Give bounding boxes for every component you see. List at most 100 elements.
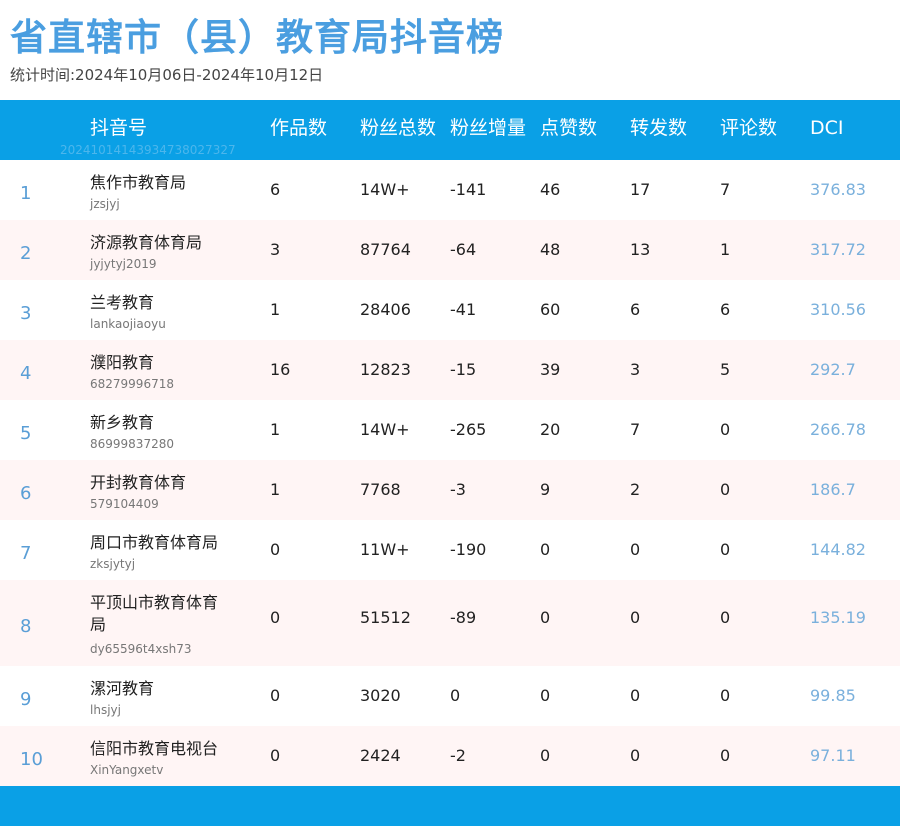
account-name[interactable]: 济源教育体育局 xyxy=(90,232,230,254)
cell-fans-growth: -15 xyxy=(450,360,477,379)
cell-fans-total: 12823 xyxy=(360,360,411,379)
cell-likes: 46 xyxy=(540,180,561,199)
cell-shares: 0 xyxy=(630,608,641,627)
rank-number: 9 xyxy=(20,689,32,710)
table-row: 3 兰考教育 lankaojiaoyu 1 28406 -41 60 6 6 310.56 xyxy=(0,280,900,340)
cell-works: 16 xyxy=(270,360,291,379)
cell-works: 0 xyxy=(270,608,281,627)
cell-dci: 97.11 xyxy=(810,746,856,765)
cell-comments: 0 xyxy=(720,686,731,705)
cell-fans-growth: -3 xyxy=(450,480,466,499)
header-likes: 点赞数 xyxy=(540,117,598,139)
cell-fans-growth: -265 xyxy=(450,420,487,439)
account-name[interactable]: 新乡教育 xyxy=(90,412,230,434)
cell-likes: 0 xyxy=(540,686,551,705)
cell-dci: 310.56 xyxy=(810,300,866,319)
cell-works: 0 xyxy=(270,540,281,559)
account-id: 579104409 xyxy=(90,497,159,511)
cell-comments: 0 xyxy=(720,480,731,499)
cell-works: 1 xyxy=(270,480,281,499)
header-fans-total: 粉丝总数 xyxy=(360,117,437,139)
cell-fans-total: 7768 xyxy=(360,480,401,499)
cell-comments: 6 xyxy=(720,300,731,319)
page-title: 省直辖市（县）教育局抖音榜 xyxy=(10,16,504,59)
rank-number: 8 xyxy=(20,616,32,637)
cell-works: 0 xyxy=(270,686,281,705)
account-id: 86999837280 xyxy=(90,437,174,451)
table-row: 10 信阳市教育电视台 XinYangxetv 0 2424 -2 0 0 0 97.11 xyxy=(0,726,900,786)
cell-dci: 186.7 xyxy=(810,480,856,499)
account-name[interactable]: 焦作市教育局 xyxy=(90,172,230,194)
cell-works: 1 xyxy=(270,420,281,439)
cell-fans-total: 51512 xyxy=(360,608,411,627)
cell-likes: 9 xyxy=(540,480,551,499)
cell-fans-growth: -141 xyxy=(450,180,487,199)
account-id: lhsjyj xyxy=(90,703,121,717)
header-batch-id: 20241014143934738027327 xyxy=(60,143,236,157)
cell-shares: 7 xyxy=(630,420,641,439)
table-row: 5 新乡教育 86999837280 1 14W+ -265 20 7 0 266.78 xyxy=(0,400,900,460)
cell-dci: 99.85 xyxy=(810,686,856,705)
account-id: XinYangxetv xyxy=(90,763,164,777)
cell-comments: 0 xyxy=(720,540,731,559)
table-row: 6 开封教育体育 579104409 1 7768 -3 9 2 0 186.7 xyxy=(0,460,900,520)
cell-comments: 0 xyxy=(720,420,731,439)
cell-fans-growth: -41 xyxy=(450,300,477,319)
cell-works: 1 xyxy=(270,300,281,319)
cell-shares: 0 xyxy=(630,746,641,765)
cell-likes: 20 xyxy=(540,420,561,439)
account-id: jzsjyj xyxy=(90,197,120,211)
rank-number: 2 xyxy=(20,243,32,264)
account-name[interactable]: 兰考教育 xyxy=(90,292,230,314)
rank-number: 1 xyxy=(20,183,32,204)
cell-works: 0 xyxy=(270,746,281,765)
account-name[interactable]: 开封教育体育 xyxy=(90,472,230,494)
cell-dci: 292.7 xyxy=(810,360,856,379)
account-name[interactable]: 信阳市教育电视台 xyxy=(90,738,230,760)
cell-dci: 317.72 xyxy=(810,240,866,259)
rank-number: 6 xyxy=(20,483,32,504)
table-row: 8 平顶山市教育体育局 dy65596t4xsh73 0 51512 -89 0 0 0 135.… xyxy=(0,580,900,666)
cell-likes: 0 xyxy=(540,746,551,765)
header-comments: 评论数 xyxy=(720,117,778,139)
account-id: 68279996718 xyxy=(90,377,174,391)
account-id: zksjytyj xyxy=(90,557,136,571)
cell-shares: 6 xyxy=(630,300,641,319)
cell-comments: 1 xyxy=(720,240,731,259)
header-shares: 转发数 xyxy=(630,117,688,139)
cell-fans-growth: 0 xyxy=(450,686,461,705)
account-name[interactable]: 濮阳教育 xyxy=(90,352,230,374)
cell-fans-total: 11W+ xyxy=(360,540,410,559)
cell-fans-total: 2424 xyxy=(360,746,401,765)
table-row: 2 济源教育体育局 jyjytyj2019 3 87764 -64 48 13 1 317.72 xyxy=(0,220,900,280)
cell-likes: 39 xyxy=(540,360,561,379)
cell-fans-total: 28406 xyxy=(360,300,411,319)
rank-number: 5 xyxy=(20,423,32,444)
date-range: 统计时间:2024年10月06日-2024年10月12日 xyxy=(10,66,324,84)
cell-fans-growth: -2 xyxy=(450,746,466,765)
cell-fans-total: 14W+ xyxy=(360,420,410,439)
cell-shares: 17 xyxy=(630,180,651,199)
cell-dci: 266.78 xyxy=(810,420,866,439)
cell-likes: 48 xyxy=(540,240,561,259)
account-name[interactable]: 漯河教育 xyxy=(90,678,230,700)
cell-fans-total: 14W+ xyxy=(360,180,410,199)
cell-fans-growth: -89 xyxy=(450,608,477,627)
account-name[interactable]: 平顶山市教育体育局 xyxy=(90,592,230,636)
cell-shares: 0 xyxy=(630,540,641,559)
rank-number: 4 xyxy=(20,363,32,384)
header-works: 作品数 xyxy=(270,117,328,139)
cell-dci: 144.82 xyxy=(810,540,866,559)
cell-comments: 5 xyxy=(720,360,731,379)
cell-likes: 0 xyxy=(540,540,551,559)
cell-works: 3 xyxy=(270,240,281,259)
cell-comments: 0 xyxy=(720,746,731,765)
header-account: 抖音号 xyxy=(90,117,148,139)
cell-dci: 135.19 xyxy=(810,608,866,627)
rank-number: 7 xyxy=(20,543,32,564)
cell-fans-growth: -190 xyxy=(450,540,487,559)
cell-comments: 0 xyxy=(720,608,731,627)
table-row: 1 焦作市教育局 jzsjyj 6 14W+ -141 46 17 7 376.83 xyxy=(0,160,900,220)
account-id: jyjytyj2019 xyxy=(90,257,157,271)
account-name[interactable]: 周口市教育体育局 xyxy=(90,532,230,554)
